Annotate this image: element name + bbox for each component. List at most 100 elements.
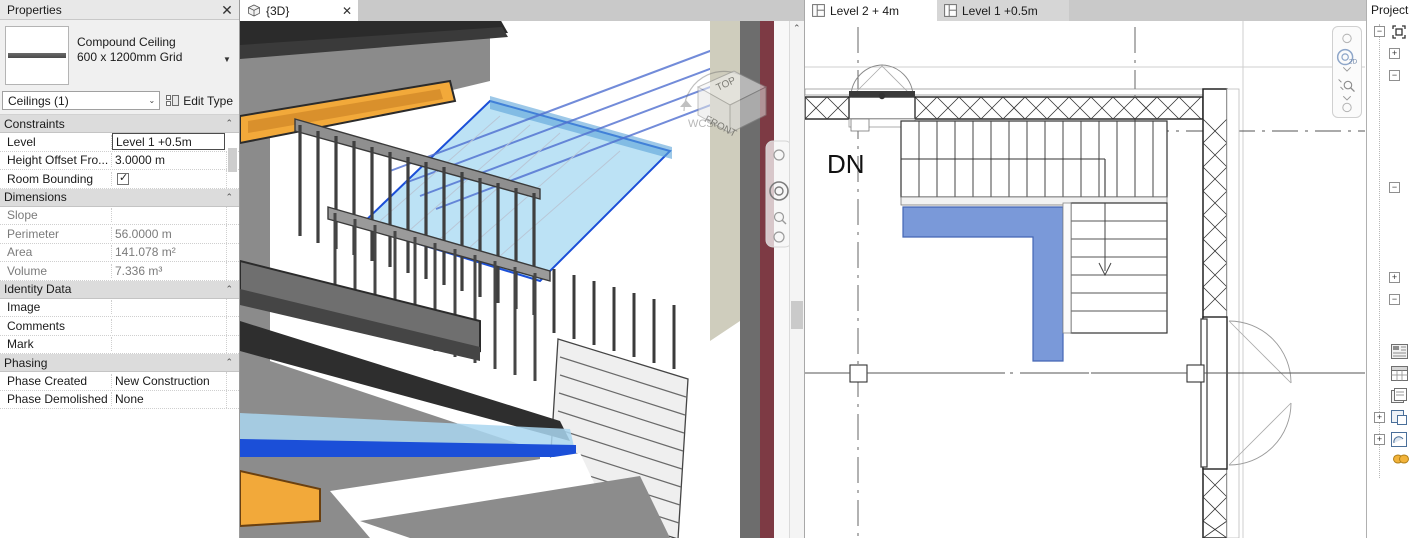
views-node-icon[interactable] <box>1391 24 1407 40</box>
property-row[interactable]: Height Offset Fro... 3.0000 m <box>0 151 239 170</box>
property-key: Volume <box>0 263 112 278</box>
property-value[interactable] <box>112 298 227 316</box>
property-group-header[interactable]: Constraints ⌃ <box>0 115 239 133</box>
type-preview-thumbnail <box>5 26 69 85</box>
property-row[interactable]: Level Level 1 +0.5m <box>0 133 239 152</box>
schedules-icon[interactable] <box>1391 366 1408 381</box>
floor-plan-icon <box>812 4 825 17</box>
property-row[interactable]: Slope <box>0 206 239 225</box>
property-value[interactable]: None <box>112 390 227 408</box>
property-group-label: Constraints <box>4 116 65 131</box>
property-row[interactable]: Phase Demolished None <box>0 390 239 409</box>
property-value[interactable]: 7.336 m³ <box>112 262 227 280</box>
family-name: Compound Ceiling <box>77 35 176 49</box>
property-row[interactable]: Phase Created New Construction <box>0 372 239 391</box>
property-row[interactable]: Room Bounding <box>0 170 239 189</box>
chevron-up-icon[interactable]: ⌃ <box>793 23 801 34</box>
chevron-up-icon[interactable]: ⌃ <box>225 357 239 368</box>
tree-connector-line <box>1379 24 1380 478</box>
property-value[interactable] <box>112 335 227 353</box>
property-row-tail <box>227 317 239 335</box>
property-value[interactable]: 56.0000 m <box>112 225 227 243</box>
property-value[interactable] <box>112 317 227 335</box>
property-key: Height Offset Fro... <box>0 153 112 168</box>
properties-title: Properties <box>7 2 62 17</box>
chevron-down-icon: ⌄ <box>148 96 156 105</box>
close-icon[interactable]: ✕ <box>332 4 352 18</box>
tree-expand-toggle-4[interactable]: + <box>1374 434 1385 445</box>
navigation-bar-2d[interactable]: 2D <box>1332 26 1362 118</box>
tree-collapse-toggle-2[interactable]: − <box>1389 70 1400 81</box>
edit-type-icon <box>166 94 180 107</box>
property-group-header[interactable]: Dimensions ⌃ <box>0 188 239 207</box>
property-value[interactable]: 3.0000 m <box>112 151 227 169</box>
tab-plan-1[interactable]: Level 1 +0.5m <box>937 0 1069 21</box>
close-icon[interactable]: ✕ <box>219 2 235 18</box>
property-row-tail <box>227 244 239 262</box>
tree-collapse-toggle-3[interactable]: − <box>1389 182 1400 193</box>
property-key: Slope <box>0 208 112 223</box>
properties-table[interactable]: Constraints ⌃ Level Level 1 +0.5m Height Off… <box>0 114 239 538</box>
property-value[interactable] <box>112 170 227 188</box>
property-row-tail <box>227 225 239 243</box>
property-key: Perimeter <box>0 226 112 241</box>
category-row: Ceilings (1) ⌄ Edit Type <box>0 90 239 114</box>
chevron-down-icon[interactable]: ▼ <box>219 49 235 64</box>
property-row[interactable]: Perimeter 56.0000 m <box>0 225 239 244</box>
chevron-up-icon[interactable]: ⌃ <box>225 192 239 203</box>
property-value[interactable] <box>112 206 227 224</box>
edit-type-label: Edit Type <box>183 93 233 108</box>
property-row[interactable]: Mark <box>0 335 239 354</box>
tree-collapse-toggle-4[interactable]: − <box>1389 294 1400 305</box>
category-value: Ceilings (1) <box>8 93 69 108</box>
property-row[interactable]: Volume 7.336 m³ <box>0 262 239 281</box>
chevron-up-icon[interactable]: ⌃ <box>225 118 239 129</box>
view-3d-pane: {3D} ✕ WCS TOP FRONT ⌃ <box>240 0 805 538</box>
property-value[interactable]: Level 1 +0.5m <box>112 133 225 151</box>
properties-panel: Properties ✕ Compound Ceiling 600 x 1200… <box>0 0 240 538</box>
property-row[interactable]: Comments <box>0 317 239 336</box>
property-row[interactable]: Area 141.078 m² <box>0 243 239 262</box>
properties-scrollbar-thumb[interactable] <box>228 148 237 172</box>
property-row-tail <box>227 207 239 225</box>
property-row-tail <box>227 262 239 280</box>
tree-expand-toggle-2[interactable]: + <box>1389 272 1400 283</box>
tab-plan-0[interactable]: Level 2 + 4m <box>805 0 937 21</box>
tree-expand-toggle-3[interactable]: + <box>1374 412 1385 423</box>
property-row-tail <box>227 391 239 409</box>
tree-collapse-toggle[interactable]: − <box>1374 26 1385 37</box>
families-icon[interactable] <box>1391 410 1408 425</box>
groups-icon[interactable] <box>1391 432 1408 447</box>
tree-expand-toggle[interactable]: + <box>1389 48 1400 59</box>
edit-type-button[interactable]: Edit Type <box>164 94 237 108</box>
category-combobox[interactable]: Ceilings (1) ⌄ <box>2 91 161 110</box>
sheets-icon[interactable] <box>1391 388 1408 403</box>
chevron-up-icon[interactable]: ⌃ <box>225 284 239 295</box>
type-selector[interactable]: Compound Ceiling 600 x 1200mm Grid ▼ <box>0 20 239 90</box>
links-icon[interactable] <box>1393 454 1409 464</box>
tab-plan-label: Level 2 + 4m <box>830 3 900 18</box>
stair-direction-label: DN <box>827 149 865 179</box>
property-value[interactable]: New Construction <box>112 372 227 390</box>
property-key: Phase Created <box>0 373 112 388</box>
property-key: Comments <box>0 318 112 333</box>
ceiling-section-glyph <box>8 53 66 58</box>
property-key: Room Bounding <box>0 171 112 186</box>
property-key: Area <box>0 245 112 260</box>
tab-3d-view[interactable]: {3D} ✕ <box>240 0 358 21</box>
nav-wheel-2d-label: 2D <box>1349 59 1358 66</box>
floor-plan-icon <box>944 4 957 17</box>
plan-canvas[interactable]: DN <box>805 21 1366 538</box>
view-tabbar-plan: Level 2 + 4m Level 1 +0.5m <box>805 0 1410 21</box>
property-row[interactable]: Image <box>0 298 239 317</box>
property-group-header[interactable]: Identity Data ⌃ <box>0 280 239 299</box>
3d-canvas[interactable]: WCS TOP FRONT <box>240 21 804 538</box>
project-browser-panel: Project − + − − + − + + <box>1366 0 1410 538</box>
checkbox-checked-icon[interactable] <box>117 171 129 185</box>
scrollbar-thumb[interactable] <box>791 301 803 329</box>
legends-icon[interactable] <box>1391 344 1408 359</box>
property-key: Phase Demolished <box>0 392 112 407</box>
3d-vertical-scrollbar[interactable]: ⌃ <box>789 21 804 538</box>
property-group-header[interactable]: Phasing ⌃ <box>0 354 239 372</box>
property-value[interactable]: 141.078 m² <box>112 243 227 261</box>
